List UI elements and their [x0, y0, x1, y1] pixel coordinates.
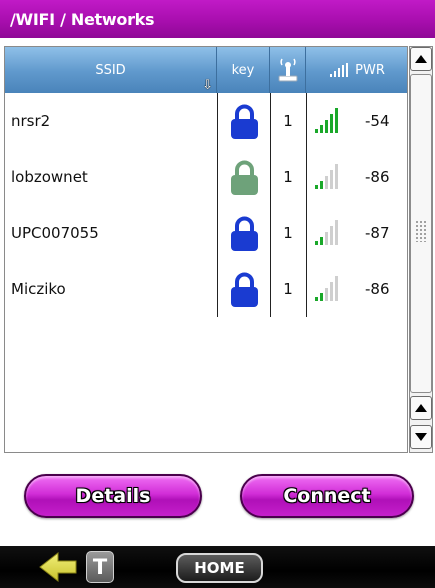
signal-strength-icon	[315, 107, 338, 133]
column-header-key-label: key	[231, 62, 255, 78]
table-row[interactable]: lobzownet 1 -86	[5, 149, 407, 205]
t-button-label: T	[92, 555, 108, 579]
scroll-up-button[interactable]	[410, 396, 432, 420]
t-button[interactable]: T	[86, 551, 114, 583]
column-header-ssid[interactable]: SSID ⇩	[5, 47, 217, 93]
channel-cell: 1	[283, 280, 293, 298]
signal-strength-icon	[315, 275, 338, 301]
pwr-cell: -87	[365, 224, 390, 242]
back-arrow-icon[interactable]	[38, 551, 78, 583]
lock-icon	[231, 216, 258, 251]
column-header-pwr-label: PWR	[355, 62, 385, 78]
scroll-thumb[interactable]	[410, 74, 432, 393]
pwr-cell: -54	[365, 112, 390, 130]
home-button[interactable]: HOME	[176, 553, 263, 583]
ssid-cell: nrsr2	[11, 112, 51, 130]
bottom-toolbar: T HOME	[0, 546, 435, 588]
network-table: SSID ⇩ key PWR nrsr2 1 -54 lobzownet 1 -86 UPC…	[4, 46, 408, 453]
table-header: SSID ⇩ key PWR	[5, 47, 407, 93]
column-header-channel[interactable]	[270, 47, 306, 93]
signal-strength-icon	[315, 219, 338, 245]
title-bar: /WIFI / Networks	[0, 0, 435, 38]
column-header-pwr[interactable]: PWR	[306, 47, 407, 93]
table-row[interactable]: UPC007055 1 -87	[5, 205, 407, 261]
channel-cell: 1	[283, 224, 293, 242]
lock-icon	[231, 104, 258, 139]
pwr-cell: -86	[365, 280, 390, 298]
channel-cell: 1	[283, 112, 293, 130]
lock-icon	[231, 272, 258, 307]
column-header-ssid-label: SSID	[95, 62, 126, 78]
table-row[interactable]: nrsr2 1 -54	[5, 93, 407, 149]
ssid-cell: UPC007055	[11, 224, 99, 242]
sort-down-icon: ⇩	[202, 78, 213, 93]
signal-strength-icon	[315, 163, 338, 189]
arrow-up-icon	[415, 55, 427, 63]
arrow-down-icon	[415, 433, 427, 441]
arrow-up-icon	[415, 404, 427, 412]
signal-strength-icon	[330, 63, 349, 77]
grip-icon	[415, 220, 428, 242]
connect-button[interactable]: Connect	[240, 474, 414, 518]
vertical-scrollbar[interactable]	[409, 46, 433, 453]
scroll-up-button[interactable]	[410, 47, 432, 71]
pwr-cell: -86	[365, 168, 390, 186]
table-row[interactable]: Micziko 1 -86	[5, 261, 407, 317]
scroll-down-button[interactable]	[410, 425, 432, 449]
ssid-cell: lobzownet	[11, 168, 88, 186]
page-title: /WIFI / Networks	[10, 10, 155, 29]
home-button-label: HOME	[194, 559, 245, 577]
column-header-key[interactable]: key	[217, 47, 270, 93]
channel-cell: 1	[283, 168, 293, 186]
details-button[interactable]: Details	[24, 474, 202, 518]
lock-icon	[231, 160, 258, 195]
antenna-icon	[278, 58, 297, 82]
ssid-cell: Micziko	[11, 280, 66, 298]
